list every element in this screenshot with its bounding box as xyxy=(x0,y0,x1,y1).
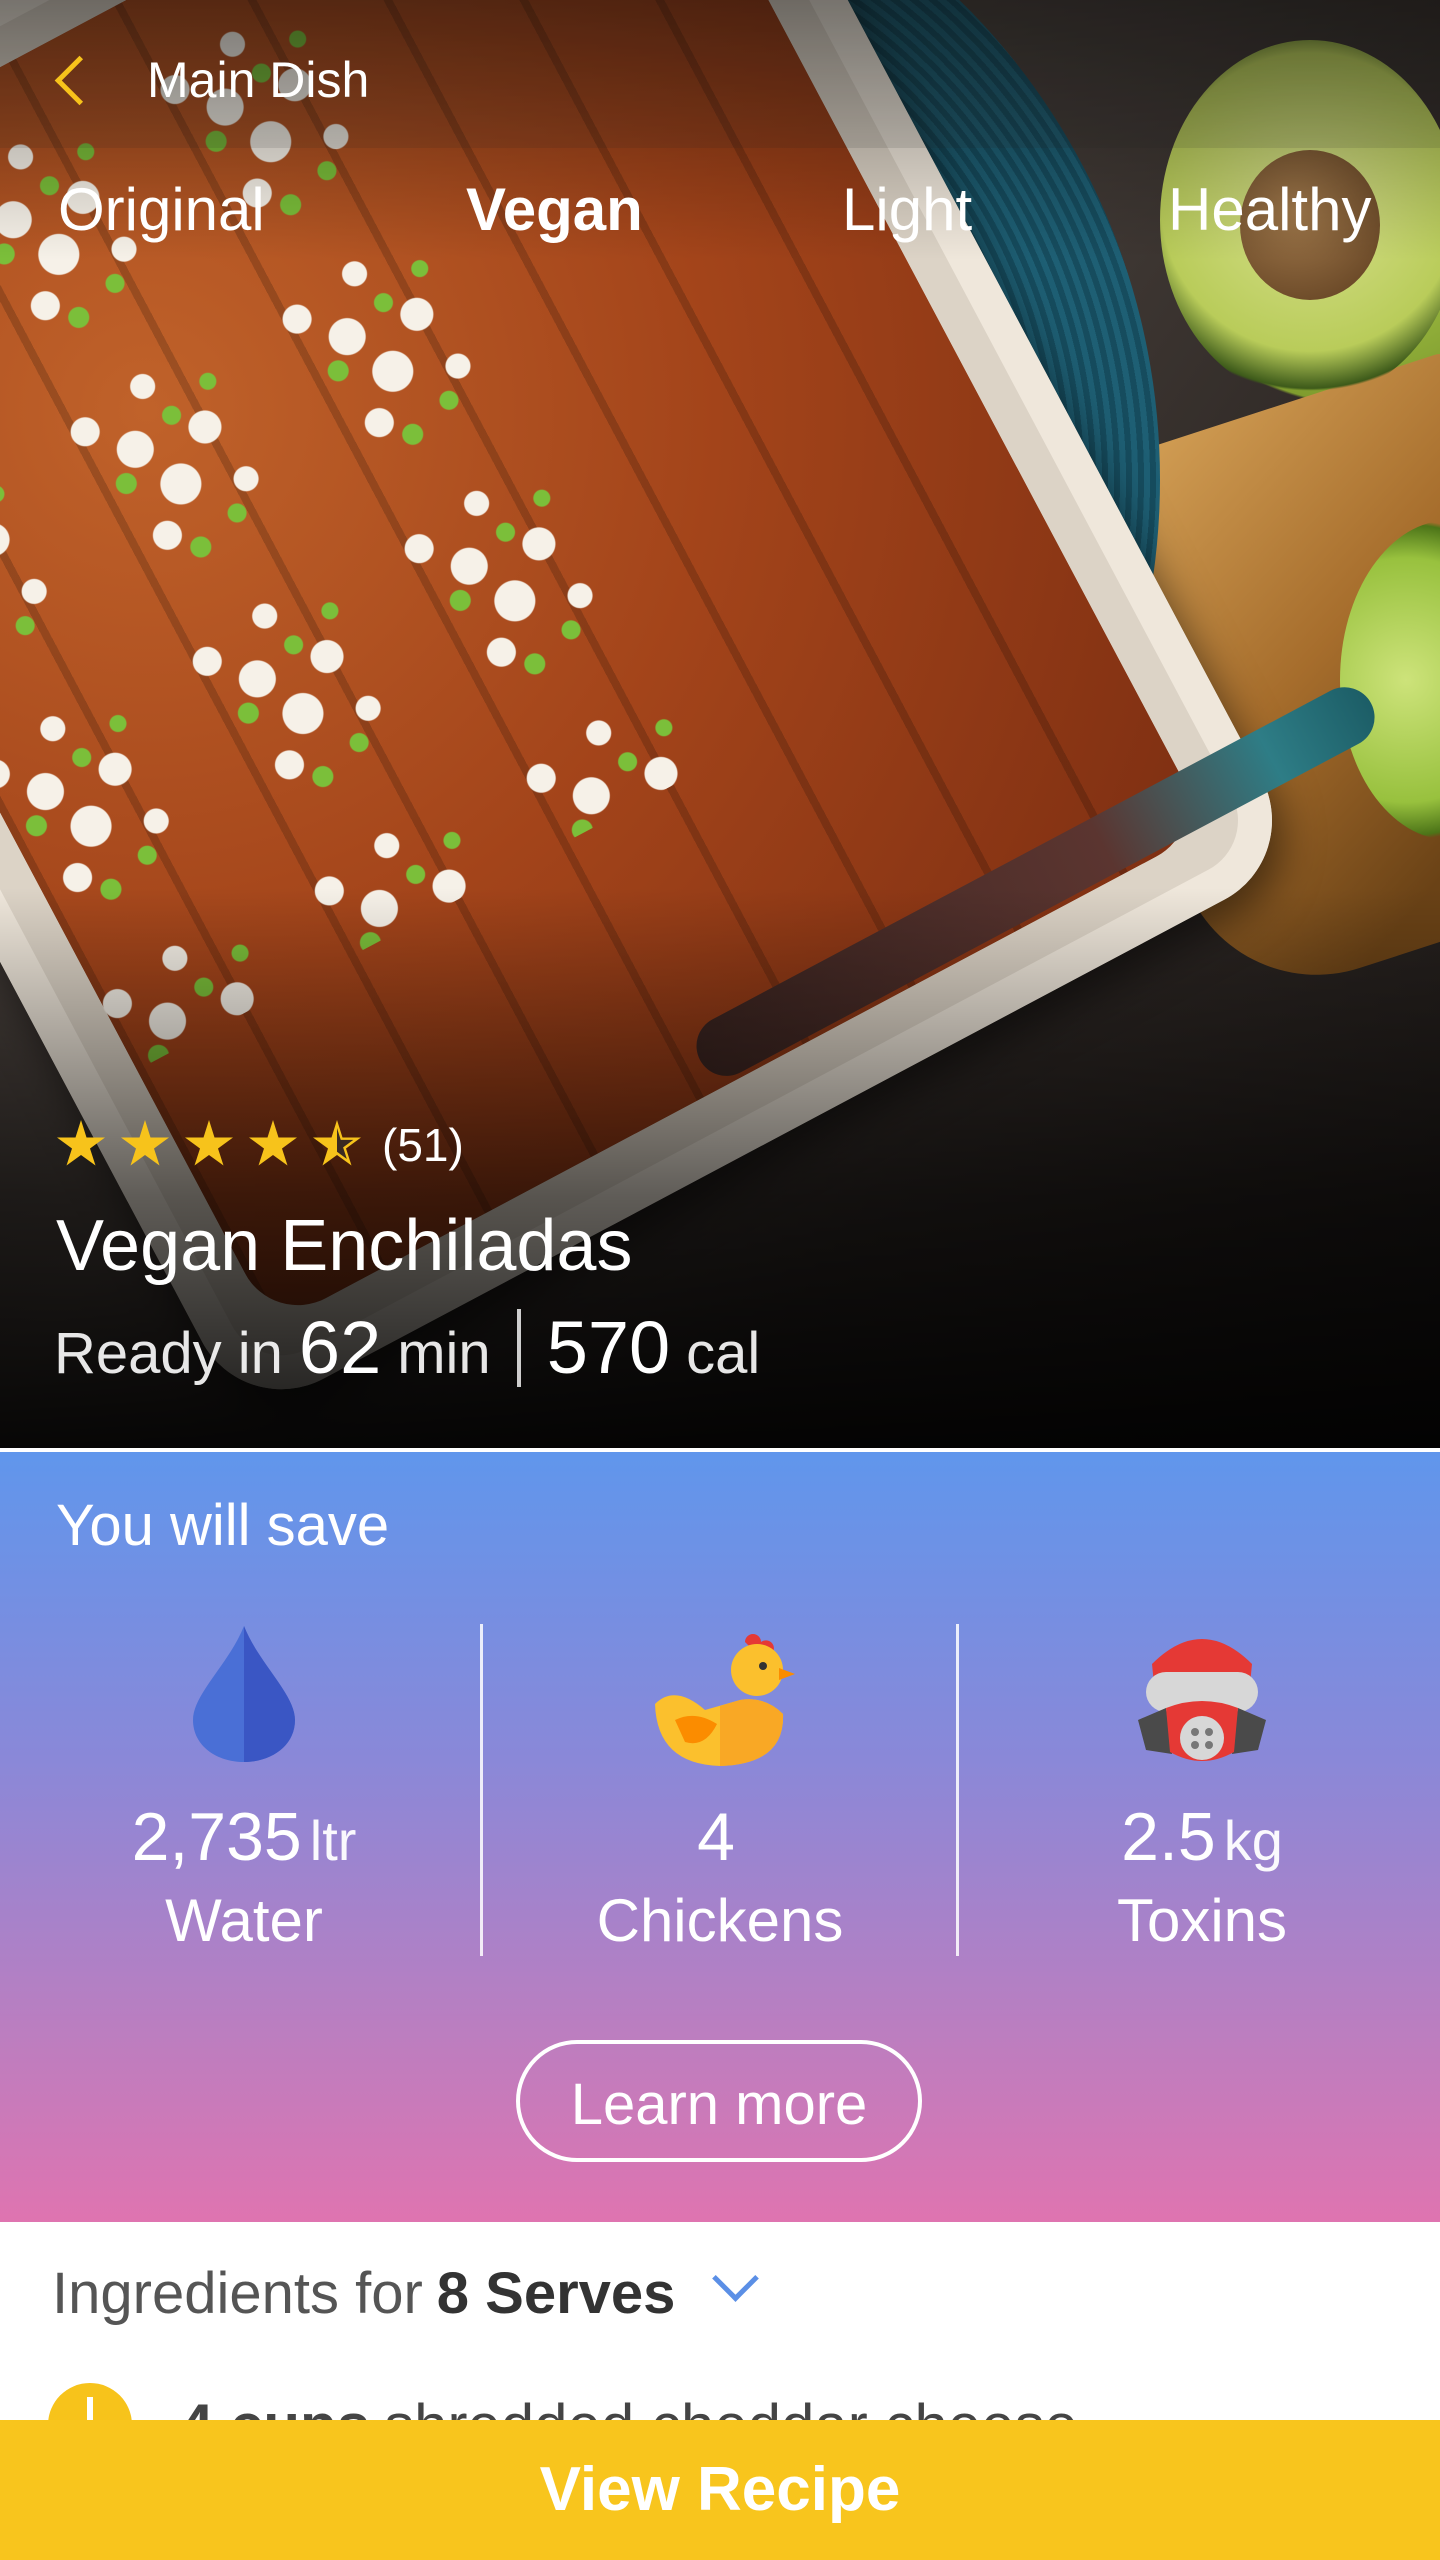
half-star-icon xyxy=(312,1120,362,1170)
stat-divider xyxy=(480,1624,483,1956)
tab-original[interactable]: Original xyxy=(58,160,265,260)
chickens-label: Chickens xyxy=(596,1887,844,1954)
serves-count: 8 Serves xyxy=(436,2261,676,2326)
tab-healthy[interactable]: Healthy xyxy=(1168,160,1371,260)
water-label: Water xyxy=(165,1887,323,1954)
star-icon xyxy=(57,1120,105,1166)
ingredients-prefix: Ingredients for xyxy=(52,2261,423,2326)
savings-heading: You will save xyxy=(56,1493,390,1558)
calories-value: 570 xyxy=(546,1306,671,1389)
water-unit: ltr xyxy=(309,1809,357,1872)
time-value: 62 xyxy=(298,1306,382,1389)
gas-mask-icon xyxy=(1132,1624,1272,1774)
ready-in-label: Ready in xyxy=(54,1321,283,1386)
recipe-meta: Ready in 62 min 570 cal xyxy=(54,1305,760,1390)
toxins-value: 2.5 xyxy=(1121,1799,1216,1875)
savings-panel: You will save 2,735 ltr Water 4 Chickens… xyxy=(0,1452,1440,2222)
tab-vegan[interactable]: Vegan xyxy=(466,160,643,260)
star-icon xyxy=(249,1120,297,1166)
water-drop-icon xyxy=(189,1624,299,1774)
calories-unit: cal xyxy=(686,1321,761,1386)
recipe-title: Vegan Enchiladas xyxy=(56,1206,633,1286)
toxins-label: Toxins xyxy=(1116,1887,1288,1954)
star-icon xyxy=(121,1120,169,1166)
learn-more-button[interactable]: Learn more xyxy=(516,2040,922,2162)
meta-separator xyxy=(516,1308,521,1387)
serves-selector[interactable]: Ingredients for 8 Serves xyxy=(52,2255,760,2327)
stat-divider xyxy=(956,1624,959,1956)
stat-chickens: 4 Chickens xyxy=(500,1624,940,1955)
stat-water: 2,735 ltr Water xyxy=(24,1624,464,1955)
tab-light[interactable]: Light xyxy=(842,160,972,260)
rating-count: (51) xyxy=(382,1119,464,1171)
stat-toxins: 2.5 kg Toxins xyxy=(982,1624,1422,1955)
chevron-left-icon xyxy=(54,55,105,105)
back-label: Main Dish xyxy=(147,52,370,108)
chickens-value: 4 xyxy=(697,1799,735,1875)
water-value: 2,735 xyxy=(131,1799,302,1875)
chevron-down-icon xyxy=(712,2255,760,2302)
star-icon xyxy=(185,1120,233,1166)
chicken-icon xyxy=(645,1624,795,1774)
star-rating[interactable]: (51) xyxy=(56,1110,464,1180)
diet-tabs: Original Vegan Light Healthy xyxy=(0,160,1440,260)
nav-bar: Main Dish xyxy=(0,0,1440,148)
view-recipe-button[interactable]: View Recipe xyxy=(0,2420,1440,2560)
toxins-unit: kg xyxy=(1223,1809,1283,1872)
back-button[interactable]: Main Dish xyxy=(42,40,442,120)
time-unit: min xyxy=(397,1321,491,1386)
